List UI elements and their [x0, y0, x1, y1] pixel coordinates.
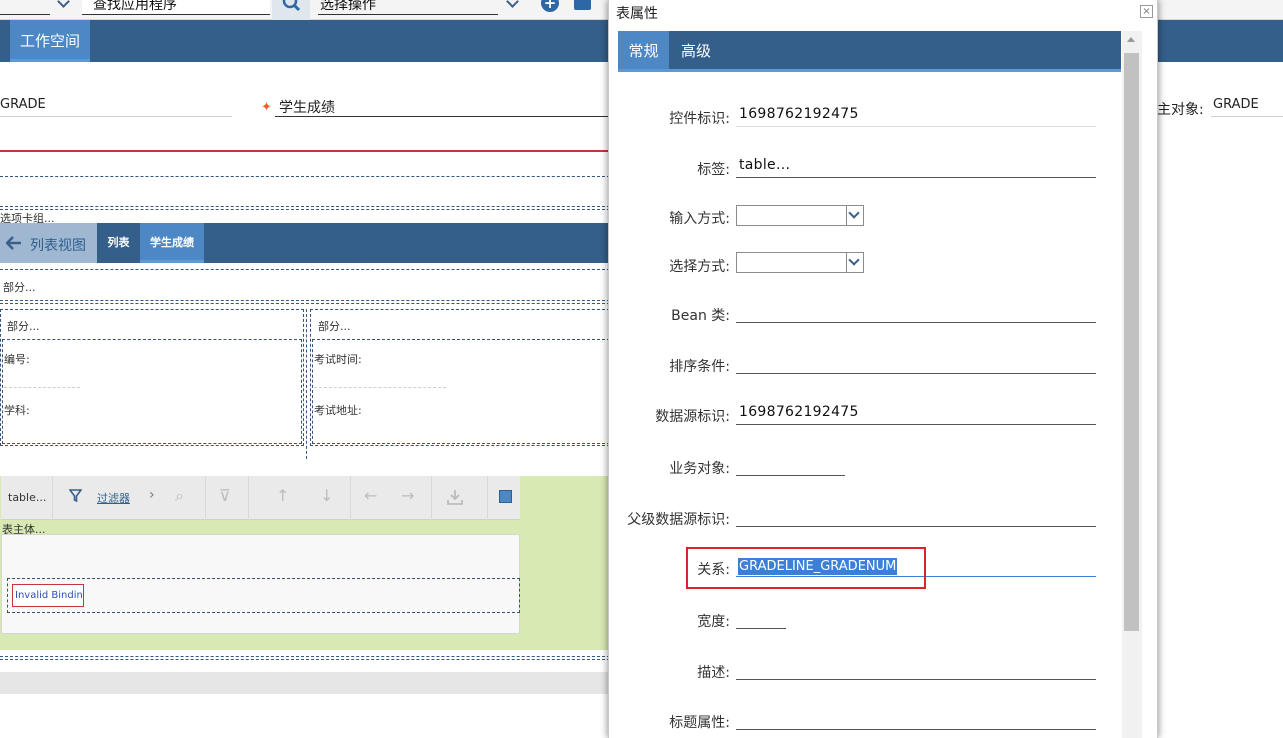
back-arrow-icon	[6, 236, 21, 250]
toolbar-separator	[350, 476, 351, 520]
arrow-right-icon[interactable]: →	[401, 486, 414, 505]
bean-class-field[interactable]	[736, 322, 1096, 323]
search-icon[interactable]: ⌕	[175, 486, 184, 506]
section-label[interactable]: 部分...	[3, 279, 36, 295]
description-field[interactable]	[736, 679, 1096, 680]
toolbar-separator	[52, 476, 53, 520]
field-exam-time-label: 考试时间:	[314, 353, 362, 366]
field-subject-label: 学科:	[4, 404, 30, 417]
toolbar-separator	[205, 476, 206, 520]
datasource-id-label: 数据源标识:	[655, 409, 730, 425]
close-icon[interactable]: ×	[1140, 5, 1153, 18]
tag-label: 标签:	[697, 162, 730, 178]
section-inner-left	[2, 339, 302, 444]
dashed-divider	[0, 656, 610, 657]
dashed-divider	[0, 176, 610, 177]
toolbar-left-combo[interactable]	[0, 0, 50, 15]
bottom-strip	[0, 672, 610, 694]
field-number-line[interactable]	[4, 387, 80, 388]
section-label[interactable]: 部分...	[7, 318, 40, 334]
list-view-label: 列表视图	[30, 238, 86, 254]
parent-datasource-label: 父级数据源标识:	[627, 512, 730, 528]
input-mode-label: 输入方式:	[669, 211, 730, 227]
input-mode-select[interactable]	[736, 205, 864, 226]
business-object-label: 业务对象:	[669, 461, 730, 477]
select-mode-select[interactable]	[736, 252, 864, 273]
collapse-icon[interactable]	[499, 490, 512, 503]
business-object-field[interactable]	[736, 475, 845, 476]
width-label: 宽度:	[697, 614, 730, 630]
tab-list[interactable]: 列表	[97, 223, 140, 263]
find-app-text: 查找应用程序	[93, 0, 177, 13]
order-by-field[interactable]	[736, 373, 1096, 374]
section-label[interactable]: 部分...	[318, 318, 351, 334]
dashed-divider	[0, 209, 610, 210]
filter-icon[interactable]	[69, 489, 82, 502]
dashed-divider	[0, 269, 610, 270]
dashed-divider	[0, 303, 610, 304]
tab-general[interactable]: 常规	[618, 31, 669, 72]
arrow-up-icon[interactable]: ↑	[276, 486, 289, 505]
dashed-divider	[0, 300, 610, 301]
dashed-divider	[0, 659, 610, 660]
select-action-text: 选择操作	[320, 0, 376, 13]
tab-advanced[interactable]: 高级	[669, 31, 723, 72]
chevron-down-icon	[848, 254, 860, 266]
select-mode-dropdown[interactable]	[846, 253, 863, 272]
field-number-label: 编号:	[4, 353, 30, 366]
tag-field[interactable]	[736, 177, 1096, 178]
toolbar-separator	[487, 476, 488, 520]
left-field-value: GRADE	[0, 97, 46, 112]
relationship-highlight	[686, 547, 926, 589]
description-field-line[interactable]	[275, 116, 610, 117]
main-object-label: 主对象:	[1157, 102, 1204, 118]
field-exam-time-line[interactable]	[314, 387, 446, 388]
chevron-down-icon	[848, 207, 860, 219]
toolbar-separator	[248, 476, 249, 520]
description-label: 描述:	[697, 665, 730, 681]
table-label[interactable]: table...	[8, 491, 46, 504]
description-value: 学生成绩	[279, 100, 335, 116]
required-icon: ✦	[261, 100, 272, 115]
datasource-id-field[interactable]	[736, 424, 1096, 425]
datasource-id-value: 1698762192475	[739, 404, 859, 420]
tab-student-grade[interactable]: 学生成绩	[140, 223, 204, 263]
parent-datasource-field[interactable]	[736, 526, 1096, 527]
dashed-divider	[306, 309, 307, 459]
list-view-back[interactable]: 列表视图	[0, 223, 97, 263]
toolbar-separator	[431, 476, 432, 520]
field-exam-place-label: 考试地址:	[314, 404, 362, 417]
main-object-line[interactable]	[1211, 116, 1283, 117]
main-object-value: GRADE	[1213, 97, 1259, 112]
title-attribute-field[interactable]	[736, 729, 1096, 730]
select-mode-label: 选择方式:	[669, 259, 730, 275]
search-icon	[282, 0, 301, 12]
chevron-right-icon[interactable]: ›	[149, 487, 155, 503]
red-divider	[0, 150, 610, 152]
tag-value: table...	[739, 157, 791, 173]
scroll-up-icon[interactable]	[1127, 37, 1135, 42]
dialog-title: 表属性	[616, 6, 658, 22]
left-field-line[interactable]	[0, 116, 232, 117]
scrollbar-thumb[interactable]	[1124, 53, 1139, 631]
input-mode-dropdown[interactable]	[846, 206, 863, 225]
title-attribute-label: 标题属性:	[669, 715, 730, 731]
arrow-left-icon[interactable]: ←	[364, 486, 377, 505]
control-id-label: 控件标识:	[669, 111, 730, 127]
tab-workspace[interactable]: 工作空间	[10, 20, 90, 62]
download-icon[interactable]	[447, 489, 463, 505]
arrow-down-icon[interactable]: ↓	[320, 486, 333, 505]
control-id-value: 1698762192475	[739, 106, 859, 122]
dashed-divider	[0, 206, 610, 207]
search-button[interactable]	[272, 0, 310, 20]
save-icon[interactable]	[574, 0, 591, 10]
width-field[interactable]	[736, 628, 786, 629]
control-id-field[interactable]	[736, 126, 1096, 127]
order-by-label: 排序条件:	[669, 359, 730, 375]
invalid-binding-column[interactable]: Invalid Bindin	[12, 584, 84, 607]
clear-filter-icon[interactable]: ⊽	[219, 486, 231, 505]
bean-class-label: Bean 类:	[671, 308, 730, 324]
filter-link[interactable]: 过滤器	[97, 490, 130, 506]
